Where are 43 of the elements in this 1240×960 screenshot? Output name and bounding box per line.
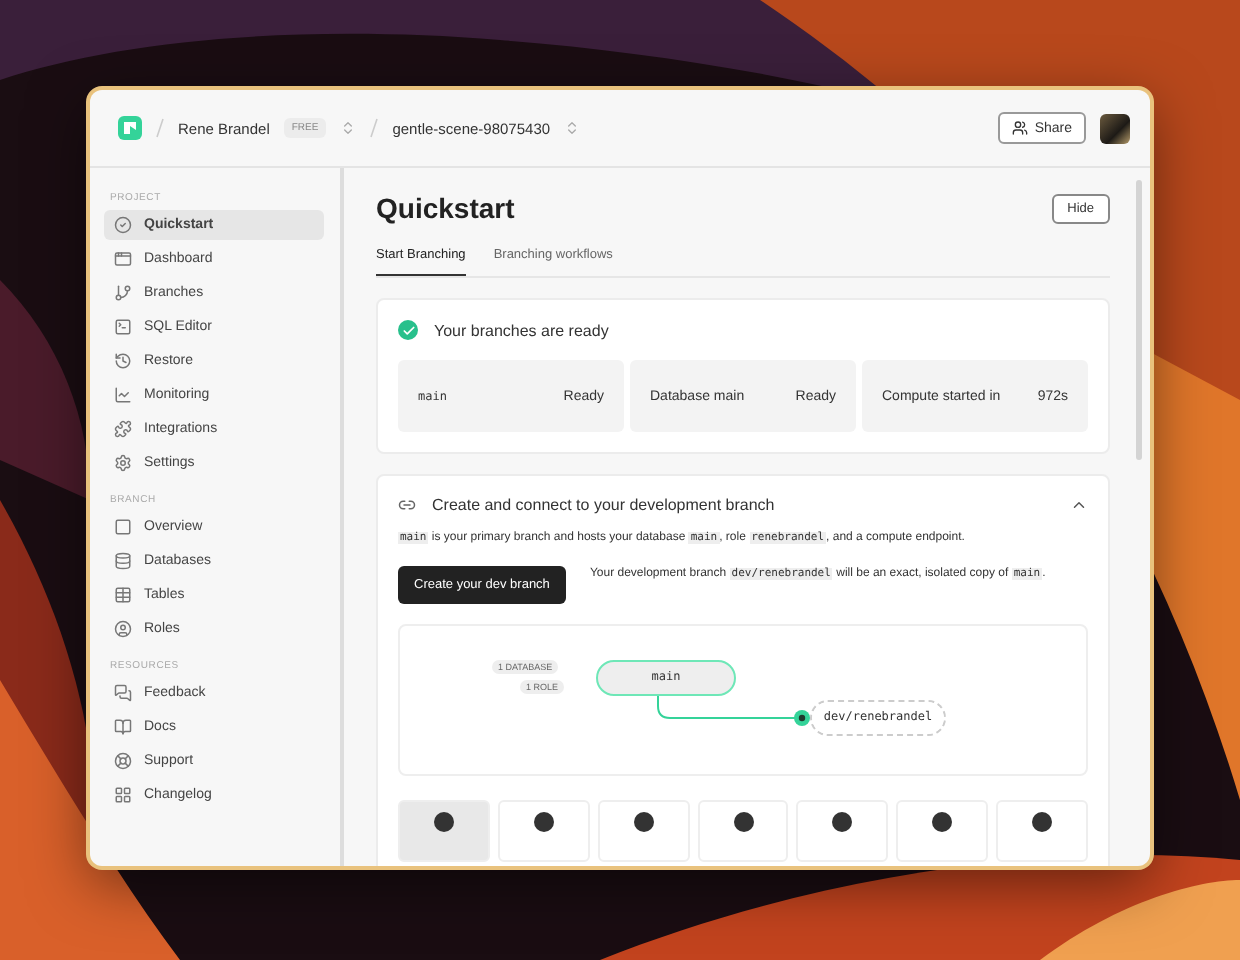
node-dot-icon: [794, 709, 810, 726]
scrollbar[interactable]: [1136, 180, 1142, 460]
framework-tile[interactable]: [398, 799, 490, 862]
logo-icon: [118, 116, 142, 140]
framework-icon: [1032, 811, 1053, 832]
framework-tile[interactable]: [796, 799, 889, 862]
chat-icon: [114, 684, 132, 702]
collapse-icon[interactable]: [1070, 496, 1088, 514]
database-icon: [114, 552, 132, 570]
framework-icon: [433, 811, 454, 832]
puzzle-icon: [114, 420, 132, 438]
separator-icon: [156, 118, 164, 138]
framework-icon: [633, 811, 654, 832]
lifebuoy-icon: [114, 752, 132, 770]
framework-tile[interactable]: [497, 799, 590, 862]
avatar[interactable]: [1100, 113, 1130, 143]
settings-icon: [114, 454, 132, 472]
square-icon: [114, 518, 132, 536]
framework-tile[interactable]: [697, 799, 789, 862]
card-title: Create and connect to your development branch: [432, 496, 775, 514]
window-icon: [114, 250, 132, 268]
link-icon: [398, 496, 416, 514]
users-icon: [1012, 120, 1029, 136]
separator-icon: [370, 118, 379, 138]
history-icon: [114, 352, 132, 370]
framework-tile[interactable]: [896, 799, 989, 862]
framework-icon: [533, 811, 554, 832]
branch-icon: [114, 284, 132, 302]
card-title: Your branches are ready: [434, 321, 609, 339]
grid-icon: [114, 786, 132, 804]
table-icon: [114, 586, 132, 604]
chart-icon: [114, 386, 132, 404]
framework-icon: [733, 811, 753, 832]
check-circle-icon: [114, 216, 132, 234]
connector-line: [656, 693, 800, 722]
terminal-icon: [114, 318, 132, 336]
book-icon: [114, 718, 132, 736]
framework-icon: [832, 811, 853, 832]
framework-tile[interactable]: [597, 799, 690, 862]
page-title: Quickstart: [376, 192, 515, 224]
framework-icon: [932, 811, 953, 832]
framework-tile[interactable]: [996, 799, 1089, 862]
user-icon: [114, 620, 132, 638]
